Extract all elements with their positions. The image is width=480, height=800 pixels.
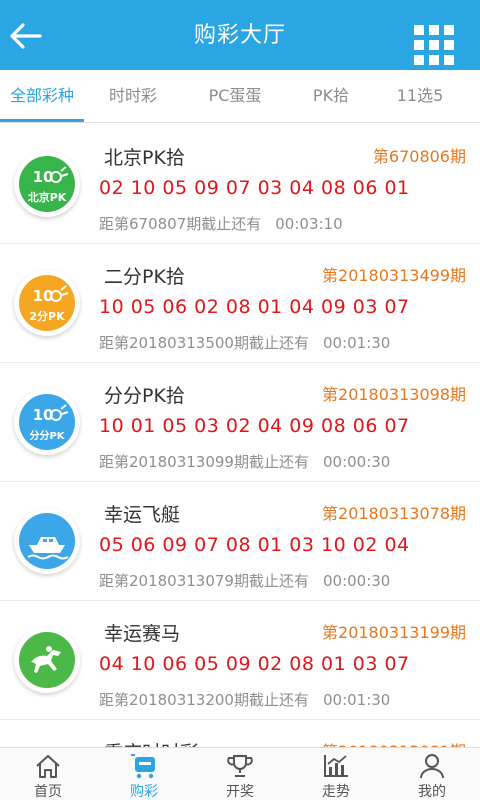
deadline-label: 距第20180313099期截止还有 xyxy=(99,453,309,471)
countdown: 00:01:30 xyxy=(322,691,391,709)
issue-number: 第20180313081期 xyxy=(322,738,466,747)
page-title: 购彩大厅 xyxy=(193,23,286,48)
pk10-beijing-icon: 10 北京PK xyxy=(14,151,80,217)
nav-results[interactable]: 开奖 xyxy=(192,748,288,800)
bottom-navigation: 首页 购彩 开奖 走势 我的 xyxy=(0,747,480,800)
lottery-item-beijing-pk10[interactable]: 10 北京PK 北京PK拾 第670806期 02 10 05 09 07 03… xyxy=(0,125,480,244)
home-icon xyxy=(36,755,60,778)
draw-numbers: 04 10 06 05 09 02 08 01 03 07 xyxy=(99,653,410,675)
lottery-item-lucky-horse[interactable]: 幸运赛马 第20180313199期 04 10 06 05 09 02 08 … xyxy=(0,601,480,720)
nav-home[interactable]: 首页 xyxy=(0,748,96,800)
speedboat-icon xyxy=(14,508,80,574)
countdown: 00:03:10 xyxy=(275,215,343,233)
nav-label: 开奖 xyxy=(226,784,254,800)
deadline-label: 距第20180313500期截止还有 xyxy=(99,334,309,352)
lottery-name: 北京PK拾 xyxy=(104,147,185,169)
tab-ssc[interactable]: 时时彩 xyxy=(92,70,174,122)
nav-label: 我的 xyxy=(418,784,446,800)
draw-numbers: 10 05 06 02 08 01 04 09 03 07 xyxy=(99,296,410,318)
deadline-info: 距第20180313500期截止还有 00:01:30 xyxy=(99,332,390,353)
active-tab-indicator xyxy=(0,119,84,122)
grid-menu-icon[interactable] xyxy=(414,25,454,65)
lottery-item-one-minute-pk10[interactable]: 10 分分PK 分分PK拾 第20180313098期 10 01 05 03 … xyxy=(0,363,480,482)
lottery-name: 重庆时时彩 xyxy=(104,738,199,747)
lottery-name: 幸运赛马 xyxy=(104,623,181,645)
issue-number: 第20180313098期 xyxy=(322,385,466,404)
pk10-one-minute-icon: 10 分分PK xyxy=(14,389,80,455)
trend-chart-icon xyxy=(324,755,348,777)
issue-number: 第20180313078期 xyxy=(322,504,466,523)
issue-number: 第670806期 xyxy=(372,147,466,166)
countdown: 00:00:30 xyxy=(322,572,391,590)
lottery-item-two-minute-pk10[interactable]: 10 2分PK 二分PK拾 第20180313499期 10 05 06 02 … xyxy=(0,244,480,363)
draw-numbers: 05 06 09 07 08 01 03 10 02 04 xyxy=(99,534,410,556)
countdown: 00:00:30 xyxy=(322,453,391,471)
nav-label: 购彩 xyxy=(130,784,158,800)
shopping-cart-icon xyxy=(131,754,155,779)
pk10-two-minute-icon: 10 2分PK xyxy=(14,270,80,336)
nav-label: 走势 xyxy=(322,784,350,800)
lottery-item-chongqing-ssc[interactable]: 重庆时时彩 第20180313081期 xyxy=(0,720,480,747)
deadline-label: 距第20180313079期截止还有 xyxy=(99,572,309,590)
tab-11x5[interactable]: 11选5 xyxy=(382,70,458,122)
tab-pk10[interactable]: PK拾 xyxy=(296,70,366,122)
issue-number: 第20180313199期 xyxy=(322,623,466,642)
deadline-info: 距第670807期截止还有 00:03:10 xyxy=(99,213,343,234)
user-icon xyxy=(420,754,444,779)
countdown: 00:01:30 xyxy=(322,334,391,352)
logo-text: 分分PK xyxy=(29,431,65,442)
deadline-info: 距第20180313099期截止还有 00:00:30 xyxy=(99,451,390,472)
racehorse-icon xyxy=(14,627,80,693)
deadline-info: 距第20180313200期截止还有 00:01:30 xyxy=(99,689,390,710)
deadline-info: 距第20180313079期截止还有 00:00:30 xyxy=(99,570,390,591)
lottery-hall-screen: 购彩大厅 全部彩种 时时彩 PC蛋蛋 PK拾 11选5 10 北京PK 北京PK… xyxy=(0,0,480,800)
app-header: 购彩大厅 xyxy=(0,0,480,70)
category-tabs: 全部彩种 时时彩 PC蛋蛋 PK拾 11选5 xyxy=(0,70,480,123)
nav-label: 首页 xyxy=(34,784,62,800)
deadline-label: 距第670807期截止还有 xyxy=(99,215,262,233)
nav-buy[interactable]: 购彩 xyxy=(96,748,192,800)
tab-all[interactable]: 全部彩种 xyxy=(0,70,84,122)
draw-numbers: 02 10 05 09 07 03 04 08 06 01 xyxy=(99,177,410,199)
lottery-name: 二分PK拾 xyxy=(104,266,185,288)
issue-number: 第20180313499期 xyxy=(322,266,466,285)
lottery-name: 幸运飞艇 xyxy=(104,504,181,526)
nav-trend[interactable]: 走势 xyxy=(288,748,384,800)
lottery-list: 10 北京PK 北京PK拾 第670806期 02 10 05 09 07 03… xyxy=(0,125,480,747)
logo-text: 2分PK xyxy=(29,310,65,323)
nav-mine[interactable]: 我的 xyxy=(384,748,480,800)
deadline-label: 距第20180313200期截止还有 xyxy=(99,691,309,709)
draw-numbers: 10 01 05 03 02 04 09 08 06 07 xyxy=(99,415,410,437)
lottery-item-lucky-boat[interactable]: 幸运飞艇 第20180313078期 05 06 09 07 08 01 03 … xyxy=(0,482,480,601)
logo-text: 北京PK xyxy=(27,191,67,204)
trophy-icon xyxy=(227,755,253,777)
lottery-name: 分分PK拾 xyxy=(104,385,185,407)
tab-pc-egg[interactable]: PC蛋蛋 xyxy=(190,70,280,122)
